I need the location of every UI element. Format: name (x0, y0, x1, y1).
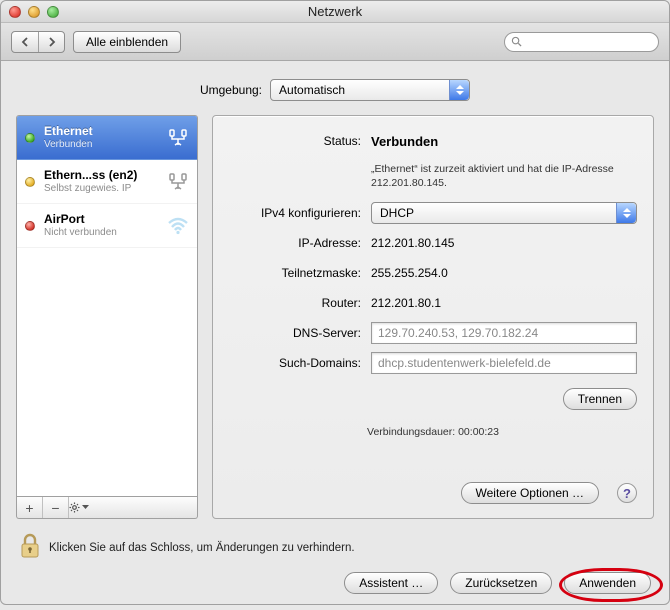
status-dot-icon (25, 133, 35, 143)
network-prefs-window: Netzwerk Alle einblenden Umgebung: Autom… (0, 0, 670, 605)
status-label: Status: (229, 134, 361, 148)
footer: Klicken Sie auf das Schloss, um Änderung… (1, 527, 669, 604)
duration-value: 00:00:23 (458, 426, 499, 438)
service-name: AirPort (44, 212, 158, 226)
service-item-airport[interactable]: AirPort Nicht verbunden (17, 204, 197, 248)
revert-button[interactable]: Zurücksetzen (450, 572, 552, 594)
button-row: Assistent … Zurücksetzen Anwenden (19, 572, 651, 594)
dns-input[interactable] (371, 322, 637, 344)
wifi-icon (165, 213, 191, 239)
services-footer: + − (16, 497, 198, 519)
service-status: Verbunden (44, 139, 158, 151)
help-button[interactable]: ? (617, 483, 637, 503)
lock-icon[interactable] (19, 533, 41, 562)
detail-pane: Status: Verbunden „Ethernet“ ist zurzeit… (212, 115, 654, 519)
select-arrows-icon (449, 80, 469, 100)
assistant-button[interactable]: Assistent … (344, 572, 438, 594)
lock-row: Klicken Sie auf das Schloss, um Änderung… (19, 533, 651, 562)
chevron-down-icon (82, 505, 89, 510)
advanced-button[interactable]: Weitere Optionen … (461, 482, 600, 504)
titlebar: Netzwerk (1, 1, 669, 23)
status-dot-icon (25, 221, 35, 231)
content-columns: Ethernet Verbunden Ethern...ss (en2) Sel… (1, 115, 669, 527)
search-icon (511, 36, 522, 47)
add-service-button[interactable]: + (17, 497, 43, 518)
location-select[interactable]: Automatisch (270, 79, 470, 101)
service-item-ethernet[interactable]: Ethernet Verbunden (17, 116, 197, 160)
status-hint: „Ethernet“ ist zurzeit aktiviert und hat… (229, 162, 637, 190)
ip-address-value: 212.201.80.145 (371, 236, 454, 250)
nav-seg (11, 31, 65, 53)
service-name: Ethern...ss (en2) (44, 168, 158, 182)
ipv4-config-select[interactable]: DHCP (371, 202, 637, 224)
status-dot-icon (25, 177, 35, 187)
ethernet-icon (165, 169, 191, 195)
ipv4-config-label: IPv4 konfigurieren: (229, 206, 361, 220)
service-actions-button[interactable] (69, 497, 89, 518)
search-field[interactable] (504, 32, 659, 52)
service-name: Ethernet (44, 124, 158, 138)
window-title: Netzwerk (1, 4, 669, 19)
back-button[interactable] (12, 32, 38, 52)
services-sidebar: Ethernet Verbunden Ethern...ss (en2) Sel… (16, 115, 198, 519)
chevron-right-icon (47, 37, 57, 47)
select-arrows-icon (616, 203, 636, 223)
show-all-button[interactable]: Alle einblenden (73, 31, 181, 53)
service-status: Nicht verbunden (44, 227, 158, 239)
location-row: Umgebung: Automatisch (1, 61, 669, 115)
services-list: Ethernet Verbunden Ethern...ss (en2) Sel… (16, 115, 198, 497)
service-item-en2[interactable]: Ethern...ss (en2) Selbst zugewies. IP (17, 160, 197, 204)
subnet-mask-label: Teilnetzmaske: (229, 266, 361, 280)
router-label: Router: (229, 296, 361, 310)
router-value: 212.201.80.1 (371, 296, 441, 310)
lock-text: Klicken Sie auf das Schloss, um Änderung… (49, 542, 355, 554)
ethernet-icon (165, 125, 191, 151)
toolbar: Alle einblenden (1, 23, 669, 61)
service-status: Selbst zugewies. IP (44, 183, 158, 195)
location-label: Umgebung: (200, 83, 262, 97)
remove-service-button[interactable]: − (43, 497, 69, 518)
apply-button[interactable]: Anwenden (564, 572, 651, 594)
gear-icon (69, 502, 80, 513)
subnet-mask-value: 255.255.254.0 (371, 266, 448, 280)
search-domains-input[interactable] (371, 352, 637, 374)
dns-label: DNS-Server: (229, 326, 361, 340)
duration-label: Verbindungsdauer: (367, 426, 455, 438)
status-value: Verbunden (371, 134, 438, 149)
ip-address-label: IP-Adresse: (229, 236, 361, 250)
forward-button[interactable] (38, 32, 64, 52)
disconnect-button[interactable]: Trennen (563, 388, 637, 410)
chevron-left-icon (20, 37, 30, 47)
search-domains-label: Such-Domains: (229, 356, 361, 370)
